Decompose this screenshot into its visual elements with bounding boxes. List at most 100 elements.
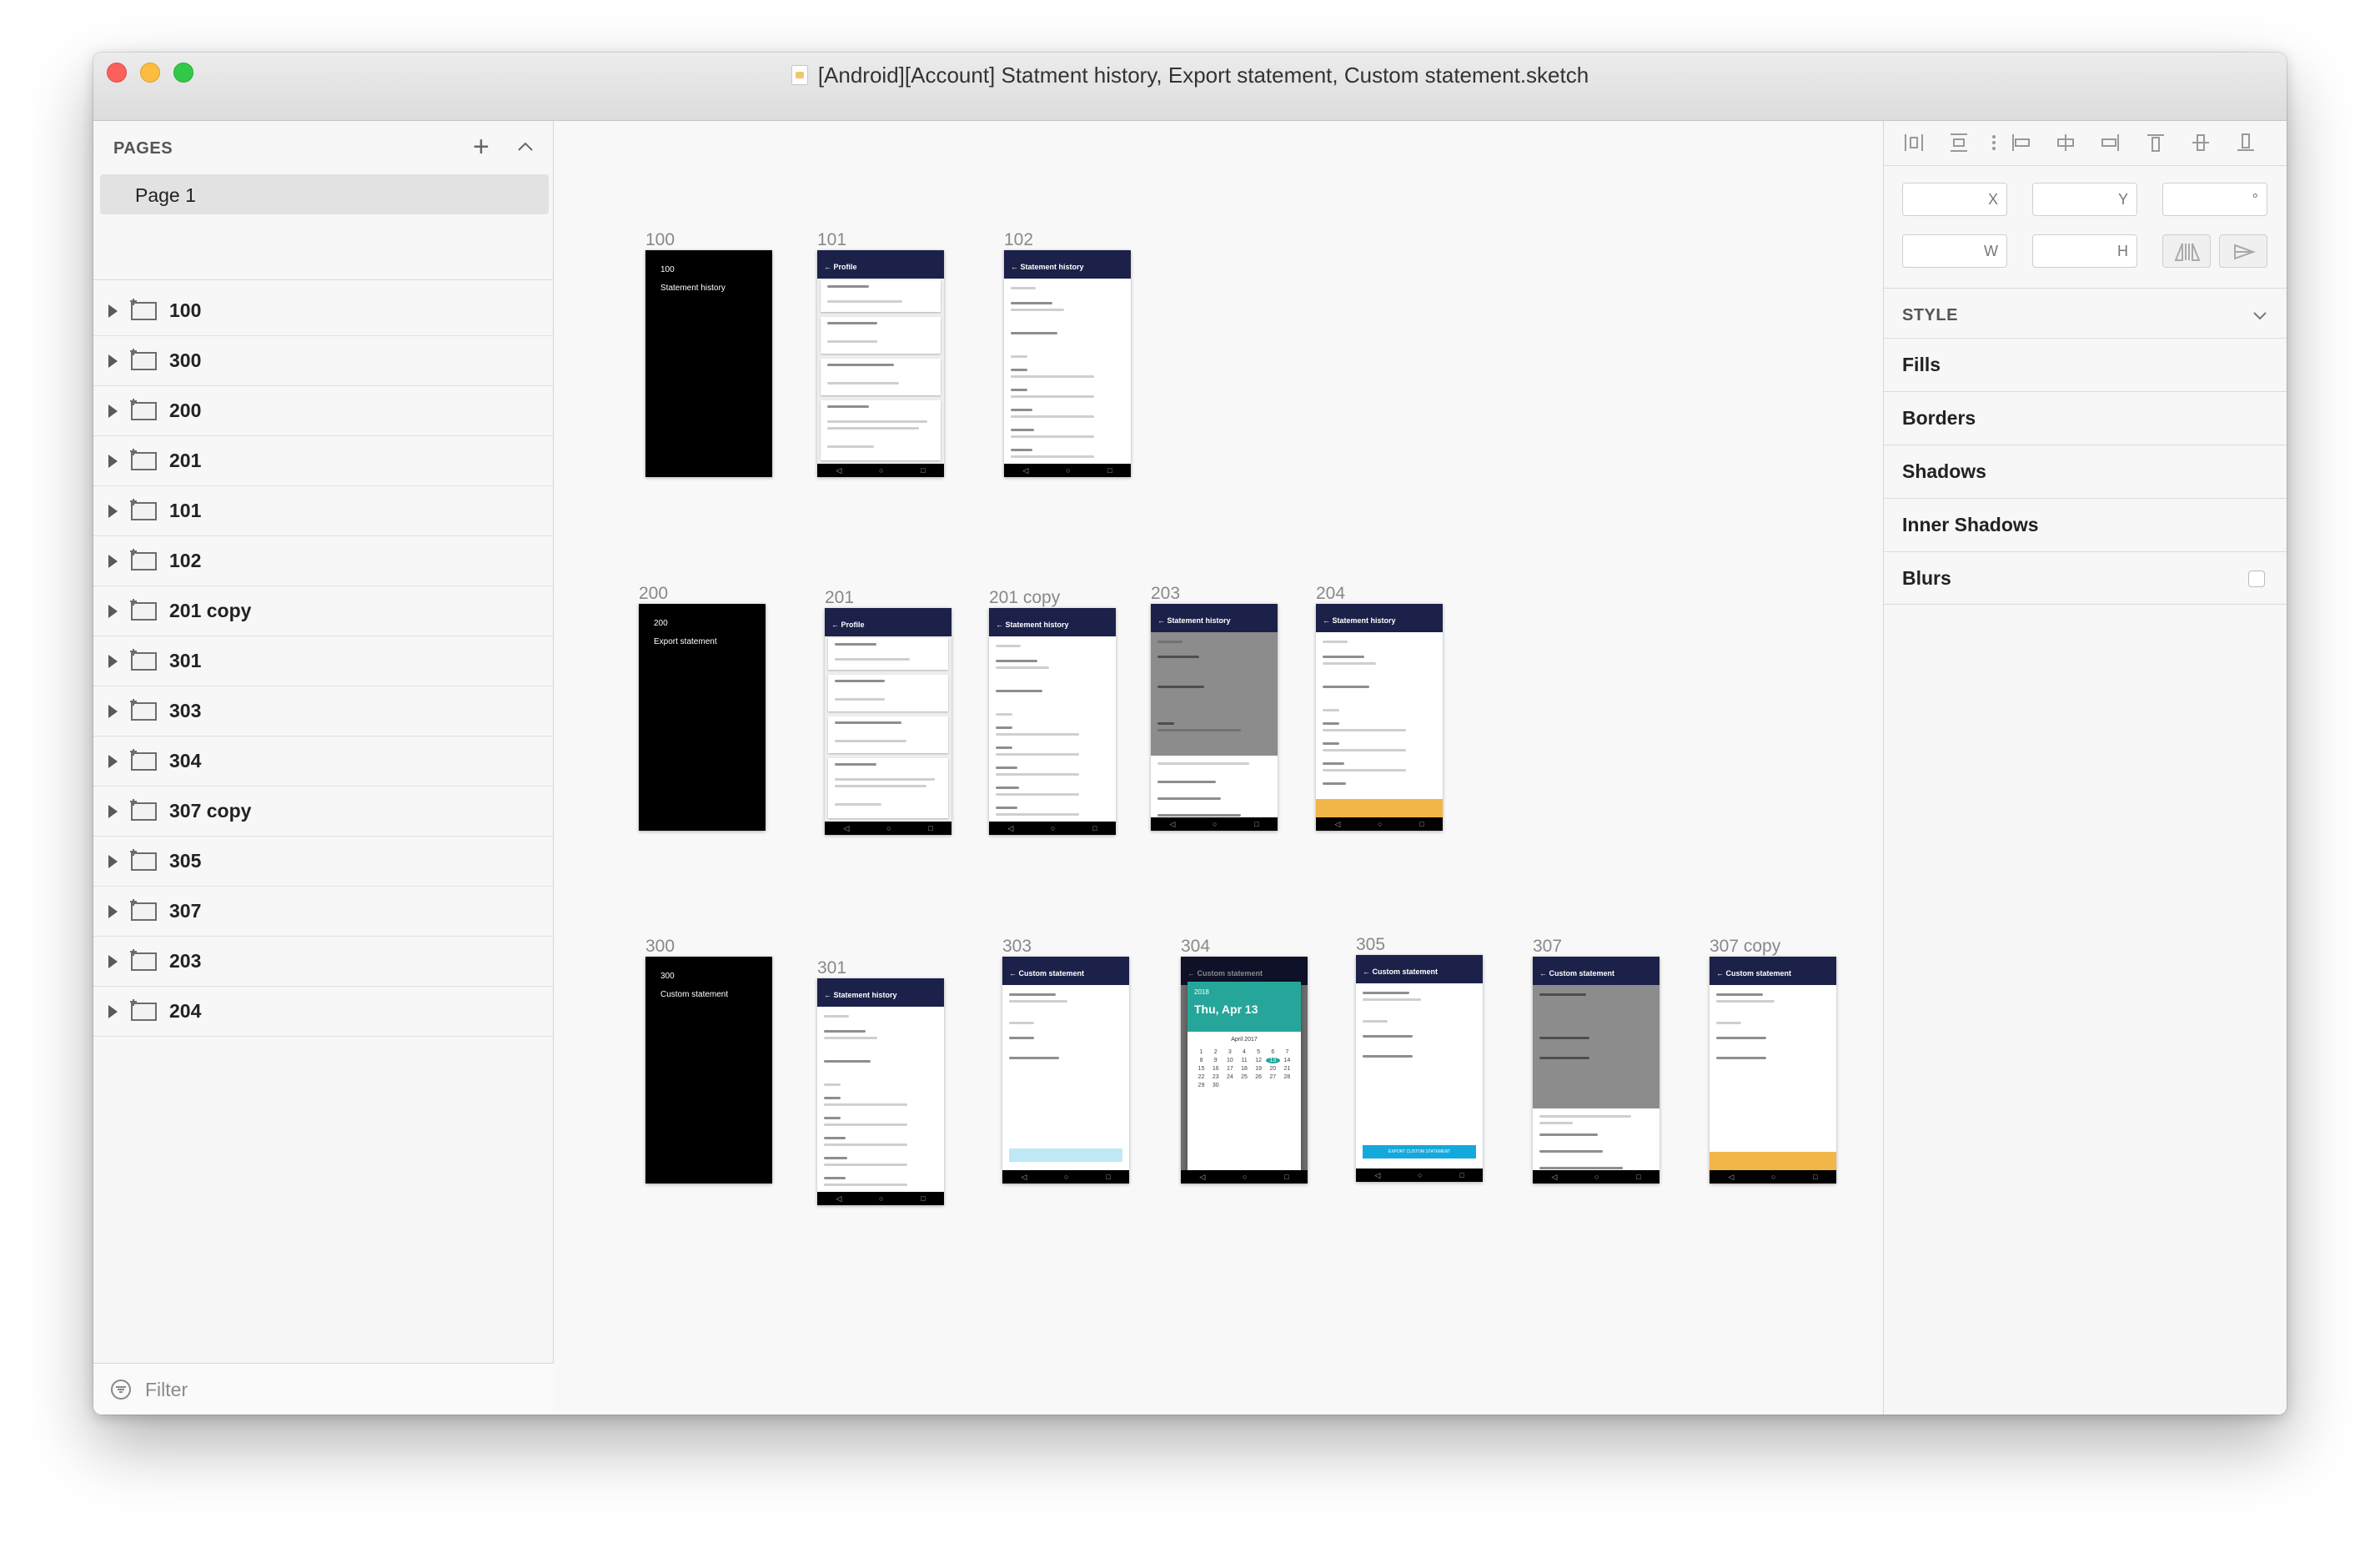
layer-name: 307 bbox=[169, 900, 202, 922]
disclosure-triangle-icon[interactable] bbox=[108, 854, 118, 868]
artboard-101[interactable]: ← Profile ◁ ○ □ bbox=[817, 250, 944, 477]
artboard-203[interactable]: ← Statement history ◁ ○ □ bbox=[1151, 604, 1278, 831]
rotation-field[interactable]: ° bbox=[2162, 183, 2267, 216]
artboard-204[interactable]: ← Statement history ◁ ○ □ bbox=[1316, 604, 1443, 831]
page-item-page-1[interactable]: Page 1 bbox=[100, 174, 549, 214]
disclosure-triangle-icon[interactable] bbox=[108, 804, 118, 818]
distribute-vertical-icon[interactable] bbox=[1947, 131, 1971, 154]
artboard-label-300[interactable]: 300 bbox=[645, 937, 675, 957]
disclosure-triangle-icon[interactable] bbox=[108, 904, 118, 918]
layer-name: 101 bbox=[169, 500, 202, 521]
export-custom-statement-button[interactable]: EXPORT CUSTOM STATEMENT bbox=[1363, 1145, 1476, 1158]
fills-section[interactable]: Fills bbox=[1884, 338, 2287, 391]
disclosure-triangle-icon[interactable] bbox=[108, 754, 118, 768]
artboard-label-303[interactable]: 303 bbox=[1002, 937, 1032, 957]
layer-row-102[interactable]: 102 bbox=[93, 536, 554, 586]
layer-row-101[interactable]: 101 bbox=[93, 486, 554, 536]
filter-input[interactable]: Filter bbox=[145, 1379, 188, 1401]
artboard-307[interactable]: ← Custom statement ◁ ○ □ bbox=[1533, 957, 1659, 1184]
align-left-icon[interactable] bbox=[2009, 131, 2032, 154]
disclosure-triangle-icon[interactable] bbox=[108, 604, 118, 618]
disclosure-triangle-icon[interactable] bbox=[108, 454, 118, 468]
disclosure-triangle-icon[interactable] bbox=[108, 704, 118, 718]
artboard-307-copy[interactable]: ← Custom statement ◁ ○ □ bbox=[1710, 957, 1836, 1184]
artboard-icon bbox=[130, 448, 157, 470]
layer-row-305[interactable]: 305 bbox=[93, 837, 554, 887]
layer-row-301[interactable]: 301 bbox=[93, 636, 554, 686]
artboard-label-200[interactable]: 200 bbox=[639, 584, 668, 604]
height-field[interactable]: H bbox=[2032, 234, 2137, 268]
artboard-200[interactable]: 200 Export statement bbox=[639, 604, 766, 831]
artboard-label-305[interactable]: 305 bbox=[1356, 935, 1385, 955]
artboard-300[interactable]: 300 Custom statement bbox=[645, 957, 772, 1184]
distribute-horizontal-icon[interactable] bbox=[1902, 131, 1926, 154]
disclosure-triangle-icon[interactable] bbox=[108, 554, 118, 568]
inner-shadows-section[interactable]: Inner Shadows bbox=[1884, 498, 2287, 551]
artboard-label-201-copy[interactable]: 201 copy bbox=[989, 588, 1060, 608]
status-bar bbox=[817, 250, 944, 257]
add-page-button[interactable]: + bbox=[473, 133, 490, 161]
layer-row-307[interactable]: 307 bbox=[93, 887, 554, 937]
more-options-icon[interactable] bbox=[1982, 131, 2006, 154]
layer-row-203[interactable]: 203 bbox=[93, 937, 554, 987]
disclosure-triangle-icon[interactable] bbox=[108, 304, 118, 318]
disclosure-triangle-icon[interactable] bbox=[108, 404, 118, 418]
artboard-icon bbox=[130, 598, 157, 621]
disclosure-triangle-icon[interactable] bbox=[108, 954, 118, 968]
layer-row-303[interactable]: 303 bbox=[93, 686, 554, 736]
layer-row-100[interactable]: 100 bbox=[93, 286, 554, 336]
disclosure-triangle-icon[interactable] bbox=[108, 504, 118, 518]
artboard-label-307[interactable]: 307 bbox=[1533, 937, 1562, 957]
artboard-label-307-copy[interactable]: 307 copy bbox=[1710, 937, 1780, 957]
disclosure-triangle-icon[interactable] bbox=[108, 1004, 118, 1018]
filter-icon[interactable] bbox=[110, 1379, 132, 1400]
artboard-301[interactable]: ← Statement history ◁ ○ □ bbox=[817, 978, 944, 1205]
artboard-icon bbox=[130, 848, 157, 871]
align-bottom-icon[interactable] bbox=[2234, 131, 2257, 154]
artboard-201[interactable]: ← Profile ◁ ○ □ bbox=[825, 608, 951, 835]
width-field[interactable]: W bbox=[1902, 234, 2007, 268]
date-picker-dialog[interactable]: 2018 Thu, Apr 13 April 2017 1234567 8 9 10 1… bbox=[1187, 982, 1301, 1170]
artboard-102[interactable]: ← Statement history ◁ ○ □ bbox=[1004, 250, 1131, 477]
layer-row-307-copy[interactable]: 307 copy bbox=[93, 787, 554, 837]
artboard-label-301[interactable]: 301 bbox=[817, 958, 846, 978]
align-horizontal-center-icon[interactable] bbox=[2054, 131, 2077, 154]
layer-row-200[interactable]: 200 bbox=[93, 386, 554, 436]
flip-vertical-button[interactable] bbox=[2219, 234, 2267, 268]
artboard-305[interactable]: ← Custom statement EXPORT CUSTOM STATEME… bbox=[1356, 955, 1483, 1182]
borders-section[interactable]: Borders bbox=[1884, 391, 2287, 445]
align-vertical-center-icon[interactable] bbox=[2189, 131, 2212, 154]
shadows-section[interactable]: Shadows bbox=[1884, 445, 2287, 498]
calendar-grid[interactable]: 1234567 8 9 10 11 12 13 14 15 16 17 18 19 20 21 22 23… bbox=[1187, 1043, 1301, 1088]
fills-label: Fills bbox=[1902, 354, 1941, 375]
chevron-up-icon[interactable] bbox=[515, 136, 536, 158]
artboard-304[interactable]: ← Custom statement 2018 Thu, Apr 13 April… bbox=[1181, 957, 1308, 1184]
design-canvas[interactable]: 100 100 Statement history 101 ← Profile … bbox=[554, 121, 1883, 1415]
blurs-section[interactable]: Blurs bbox=[1884, 551, 2287, 605]
chevron-down-icon[interactable] bbox=[2251, 306, 2269, 324]
artboard-100[interactable]: 100 Statement history bbox=[645, 250, 772, 477]
blurs-checkbox[interactable] bbox=[2248, 570, 2265, 587]
artboard-label-101[interactable]: 101 bbox=[817, 230, 846, 250]
artboard-label-304[interactable]: 304 bbox=[1181, 937, 1210, 957]
artboard-label-201[interactable]: 201 bbox=[825, 588, 854, 608]
layer-row-201[interactable]: 201 bbox=[93, 436, 554, 486]
y-position-field[interactable]: Y bbox=[2032, 183, 2137, 216]
layer-row-204[interactable]: 204 bbox=[93, 987, 554, 1037]
align-top-icon[interactable] bbox=[2144, 131, 2167, 154]
x-position-field[interactable]: X bbox=[1902, 183, 2007, 216]
artboard-201-copy[interactable]: ← Statement history ◁ ○ □ bbox=[989, 608, 1116, 835]
artboard-label-204[interactable]: 204 bbox=[1316, 584, 1345, 604]
layer-row-304[interactable]: 304 bbox=[93, 736, 554, 787]
status-bar bbox=[1316, 604, 1443, 611]
layer-row-300[interactable]: 300 bbox=[93, 336, 554, 386]
disclosure-triangle-icon[interactable] bbox=[108, 354, 118, 368]
flip-horizontal-button[interactable] bbox=[2162, 234, 2211, 268]
artboard-303[interactable]: ← Custom statement ◁ ○ □ bbox=[1002, 957, 1129, 1184]
artboard-label-100[interactable]: 100 bbox=[645, 230, 675, 250]
artboard-label-203[interactable]: 203 bbox=[1151, 584, 1180, 604]
artboard-label-102[interactable]: 102 bbox=[1004, 230, 1033, 250]
layer-row-201-copy[interactable]: 201 copy bbox=[93, 586, 554, 636]
align-right-icon[interactable] bbox=[2099, 131, 2122, 154]
disclosure-triangle-icon[interactable] bbox=[108, 654, 118, 668]
